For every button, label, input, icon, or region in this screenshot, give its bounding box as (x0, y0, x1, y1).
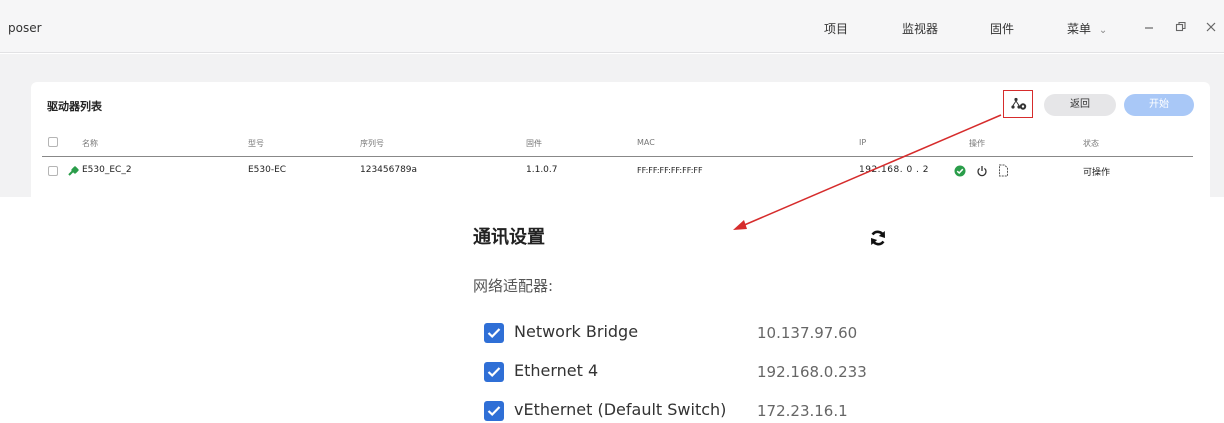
annotation-arrow (733, 114, 1002, 230)
adapter-checkbox[interactable] (484, 401, 504, 421)
check-icon (487, 406, 501, 417)
adapter-ip: 172.23.16.1 (757, 402, 848, 420)
adapter-row-network-bridge: Network Bridge 10.137.97.60 (484, 322, 904, 344)
comm-settings-title: 通讯设置 (473, 227, 545, 248)
adapter-name: Ethernet 4 (514, 361, 599, 380)
adapter-ip: 10.137.97.60 (757, 324, 858, 342)
adapter-row-vethernet: vEthernet (Default Switch) 172.23.16.1 (484, 400, 904, 422)
adapter-row-ethernet-4: Ethernet 4 192.168.0.233 (484, 361, 904, 383)
adapter-ip: 192.168.0.233 (757, 363, 867, 381)
check-icon (487, 328, 501, 339)
adapter-name: vEthernet (Default Switch) (514, 400, 727, 419)
adapter-checkbox[interactable] (484, 362, 504, 382)
adapter-name: Network Bridge (514, 322, 639, 341)
check-icon (487, 367, 501, 378)
network-adapter-label: 网络适配器: (473, 277, 554, 295)
refresh-icon[interactable] (869, 229, 887, 247)
adapter-checkbox[interactable] (484, 323, 504, 343)
